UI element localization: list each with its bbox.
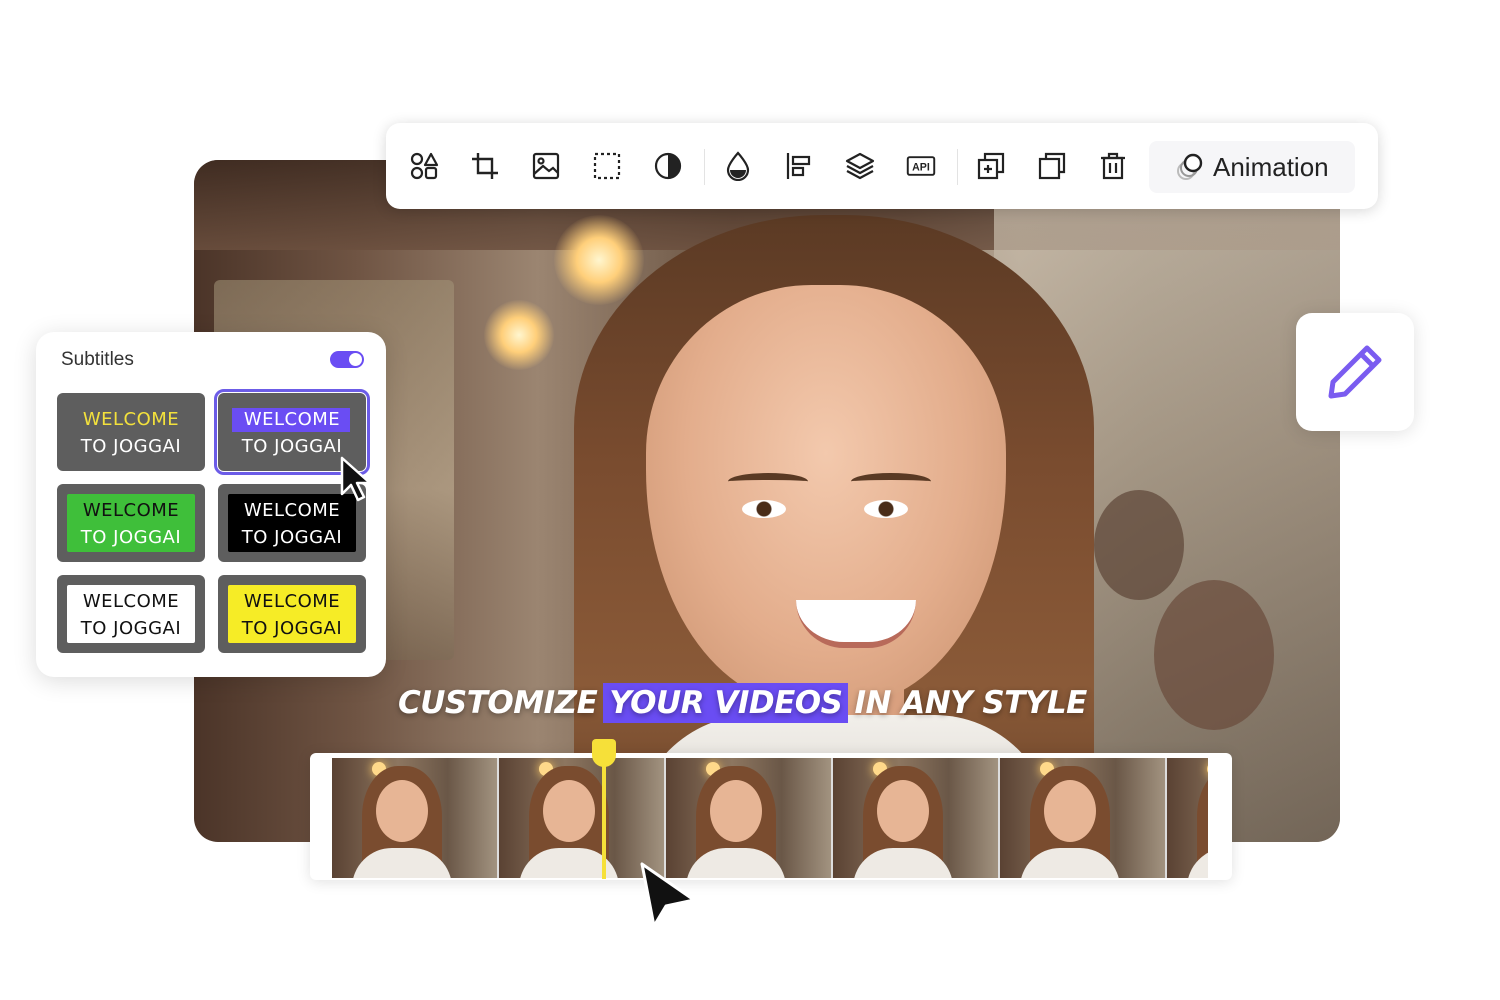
pencil-icon (1328, 345, 1382, 399)
subtitle-style-line2: TO JOGGAI (241, 527, 343, 548)
timeline-frame[interactable] (1000, 758, 1167, 878)
subtitle-style-line1: WELCOME (243, 591, 341, 612)
subtitle-style-line2: TO JOGGAI (241, 618, 343, 639)
api-badge-label: API (912, 161, 930, 173)
timeline-frames (332, 758, 1208, 878)
toolbar-divider (957, 149, 958, 185)
mouse-pointer-icon (640, 862, 696, 928)
delete-icon[interactable] (1096, 149, 1130, 183)
background-person (1094, 490, 1184, 600)
animation-label: Animation (1213, 151, 1329, 182)
timeline-frame[interactable] (332, 758, 499, 878)
contrast-icon[interactable] (651, 149, 685, 183)
image-icon[interactable] (529, 149, 563, 183)
subtitles-title: Subtitles (61, 349, 134, 370)
caption-text-after: IN ANY STYLE (854, 685, 1087, 721)
edit-card[interactable] (1296, 313, 1414, 431)
background-person (1154, 580, 1274, 730)
subtitle-style-line1: WELCOME (243, 500, 341, 521)
timeline-playhead[interactable] (592, 739, 616, 879)
timeline-frame[interactable] (1167, 758, 1208, 878)
duplicate-add-icon[interactable] (974, 149, 1008, 183)
caption-highlight: YOUR VIDEOS (603, 683, 849, 723)
subtitle-style-line1: WELCOME (243, 409, 341, 430)
api-icon[interactable]: API (904, 149, 938, 183)
timeline[interactable] (310, 739, 1232, 880)
subtitle-style-line1: WELCOME (82, 500, 180, 521)
subtitle-style-yellow-box[interactable]: WELCOME TO JOGGAI (218, 575, 366, 653)
layers-icon[interactable] (843, 149, 877, 183)
toolbar-divider (704, 149, 705, 185)
subtitle-style-green-box[interactable]: WELCOME TO JOGGAI (57, 484, 205, 562)
subtitles-toggle[interactable] (330, 351, 364, 368)
subtitle-style-white-box[interactable]: WELCOME TO JOGGAI (57, 575, 205, 653)
background-lamp (484, 300, 554, 370)
shape-icon[interactable] (407, 149, 441, 183)
animation-button[interactable]: Animation (1149, 141, 1355, 193)
align-left-icon[interactable] (782, 149, 816, 183)
mouse-pointer-icon (340, 456, 372, 502)
subtitle-style-line2: TO JOGGAI (80, 527, 182, 548)
presenter (574, 215, 1094, 842)
subtitle-style-line2: TO JOGGAI (80, 618, 182, 639)
dashed-select-icon[interactable] (590, 149, 624, 183)
subtitle-style-line2: TO JOGGAI (241, 436, 343, 457)
subtitles-panel: Subtitles WELCOME TO JOGGAI WELCOME TO J… (36, 332, 386, 677)
video-caption[interactable]: CUSTOMIZE YOUR VIDEOS IN ANY STYLE (398, 682, 1087, 724)
opacity-drop-icon[interactable] (721, 149, 755, 183)
subtitle-style-line2: TO JOGGAI (80, 436, 182, 457)
edit-toolbar: API Animation (386, 123, 1378, 209)
subtitle-style-yellow-white[interactable]: WELCOME TO JOGGAI (57, 393, 205, 471)
caption-text-before: CUSTOMIZE (398, 685, 598, 721)
animation-icon (1177, 153, 1203, 180)
subtitle-style-line1: WELCOME (82, 591, 180, 612)
crop-icon[interactable] (468, 149, 502, 183)
copy-icon[interactable] (1035, 149, 1069, 183)
subtitle-style-line1: WELCOME (82, 409, 180, 430)
timeline-frame[interactable] (833, 758, 1000, 878)
